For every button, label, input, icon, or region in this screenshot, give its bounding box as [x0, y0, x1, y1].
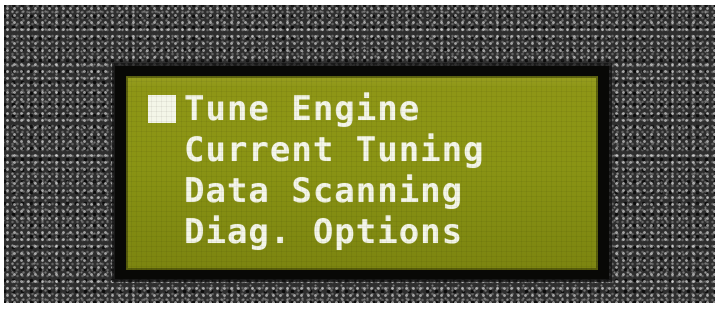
cursor-slot — [148, 94, 184, 123]
cursor-slot — [148, 136, 184, 164]
menu-item-label: Current Tuning — [184, 129, 485, 170]
menu-item-current-tuning[interactable]: Current Tuning — [148, 129, 485, 170]
menu-item-label: Diag. Options — [184, 211, 464, 252]
menu-item-label: Data Scanning — [184, 170, 464, 211]
menu-item-diag-options[interactable]: Diag. Options — [148, 211, 485, 252]
menu-item-data-scanning[interactable]: Data Scanning — [148, 170, 485, 211]
lcd-display: Tune Engine Current Tuning Data Scanning… — [126, 76, 598, 270]
cursor-slot — [148, 218, 184, 246]
selection-block-icon — [148, 94, 176, 123]
device-screen: Tune Engine Current Tuning Data Scanning… — [0, 0, 719, 309]
cursor-slot — [148, 177, 184, 205]
menu-item-tune-engine[interactable]: Tune Engine — [148, 88, 485, 129]
lcd-menu: Tune Engine Current Tuning Data Scanning… — [148, 88, 485, 252]
menu-item-label: Tune Engine — [184, 88, 421, 129]
